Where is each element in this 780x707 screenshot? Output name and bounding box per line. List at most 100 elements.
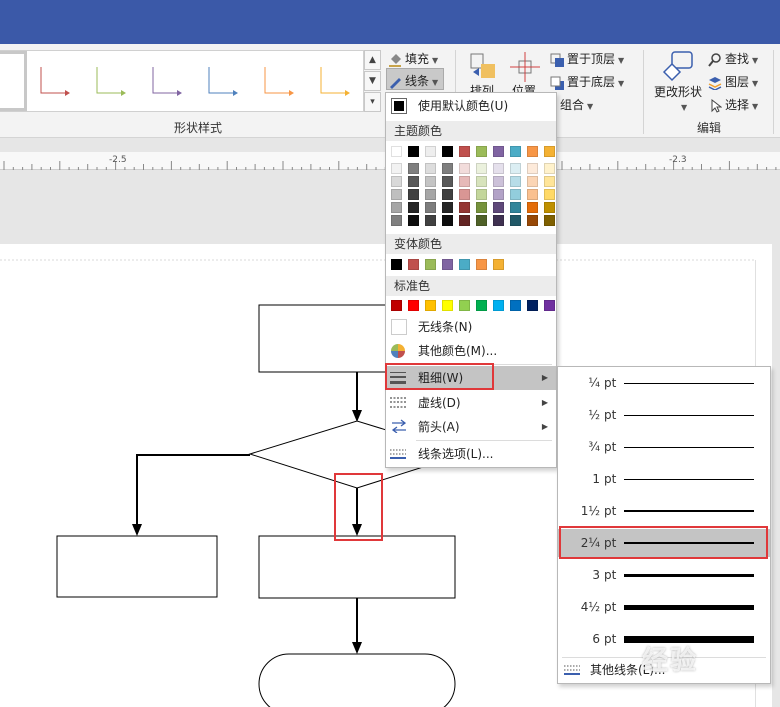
line-button-content[interactable]: 线条 ▼ xyxy=(388,72,438,89)
theme-color-swatch[interactable] xyxy=(425,146,436,157)
standard-color-swatch[interactable] xyxy=(459,300,470,311)
theme-color-shade-swatch[interactable] xyxy=(408,202,419,213)
theme-color-shade-swatch[interactable] xyxy=(493,189,504,200)
weight-option[interactable]: 4½ pt xyxy=(558,593,770,621)
theme-color-shade-swatch[interactable] xyxy=(493,163,504,174)
theme-color-shade-swatch[interactable] xyxy=(544,202,555,213)
send-to-back-button[interactable]: 置于底层 ▼ xyxy=(550,73,624,90)
theme-color-shade-swatch[interactable] xyxy=(476,163,487,174)
weight-option[interactable]: ¾ pt xyxy=(558,433,770,461)
theme-color-swatch[interactable] xyxy=(442,146,453,157)
theme-color-swatch[interactable] xyxy=(510,146,521,157)
theme-color-shade-swatch[interactable] xyxy=(476,215,487,226)
theme-color-shade-swatch[interactable] xyxy=(442,163,453,174)
standard-color-swatch[interactable] xyxy=(544,300,555,311)
bring-to-front-button[interactable]: 置于顶层 ▼ xyxy=(550,50,624,67)
standard-color-swatch[interactable] xyxy=(527,300,538,311)
theme-color-shade-swatch[interactable] xyxy=(425,189,436,200)
theme-color-shade-swatch[interactable] xyxy=(493,202,504,213)
gallery-item-selected[interactable] xyxy=(0,51,27,111)
fill-button[interactable]: 填充 ▼ xyxy=(388,50,438,67)
style-thumbnail[interactable] xyxy=(37,65,73,99)
process-box-left[interactable] xyxy=(56,535,218,598)
theme-color-shade-swatch[interactable] xyxy=(425,163,436,174)
theme-color-shade-swatch[interactable] xyxy=(459,215,470,226)
theme-color-shade-swatch[interactable] xyxy=(510,163,521,174)
process-box-middle[interactable] xyxy=(258,535,456,599)
theme-color-shade-swatch[interactable] xyxy=(527,189,538,200)
theme-color-shade-swatch[interactable] xyxy=(408,163,419,174)
theme-color-shade-swatch[interactable] xyxy=(391,202,402,213)
variant-color-swatch[interactable] xyxy=(459,259,470,270)
theme-color-shade-swatch[interactable] xyxy=(391,163,402,174)
shape-style-gallery[interactable] xyxy=(0,50,364,112)
terminator-shape[interactable] xyxy=(258,653,456,707)
style-thumbnail[interactable] xyxy=(205,65,241,99)
theme-color-shade-swatch[interactable] xyxy=(442,202,453,213)
theme-color-swatch[interactable] xyxy=(391,146,402,157)
theme-color-shade-swatch[interactable] xyxy=(544,189,555,200)
theme-color-shade-swatch[interactable] xyxy=(527,176,538,187)
more-colors-item[interactable]: 其他颜色(M)... xyxy=(386,340,556,362)
gallery-scroll-down[interactable]: ▼ xyxy=(364,71,381,91)
theme-color-shade-swatch[interactable] xyxy=(459,163,470,174)
theme-color-shade-swatch[interactable] xyxy=(544,215,555,226)
style-thumbnail[interactable] xyxy=(93,65,129,99)
find-button[interactable]: 查找 ▼ xyxy=(708,50,758,67)
weight-option[interactable]: ¼ pt xyxy=(558,369,770,397)
theme-color-shade-swatch[interactable] xyxy=(391,176,402,187)
layers-button[interactable]: 图层 ▼ xyxy=(708,73,758,90)
change-shape-button[interactable]: 更改形状 xyxy=(654,83,702,100)
variant-color-swatch[interactable] xyxy=(442,259,453,270)
theme-color-shade-swatch[interactable] xyxy=(493,215,504,226)
standard-color-swatch[interactable] xyxy=(476,300,487,311)
style-thumbnail[interactable] xyxy=(149,65,185,99)
style-thumbnail[interactable] xyxy=(317,65,353,99)
weight-option[interactable]: 3 pt xyxy=(558,561,770,589)
theme-color-shade-swatch[interactable] xyxy=(459,189,470,200)
theme-color-swatch[interactable] xyxy=(476,146,487,157)
standard-color-swatch[interactable] xyxy=(391,300,402,311)
default-color-item[interactable]: 使用默认颜色(U) xyxy=(386,95,556,117)
weight-option[interactable]: 1 pt xyxy=(558,465,770,493)
standard-color-swatch[interactable] xyxy=(408,300,419,311)
variant-color-swatch[interactable] xyxy=(476,259,487,270)
theme-color-shade-swatch[interactable] xyxy=(459,176,470,187)
theme-color-shade-swatch[interactable] xyxy=(544,176,555,187)
weight-option[interactable]: ½ pt xyxy=(558,401,770,429)
theme-color-shade-swatch[interactable] xyxy=(510,189,521,200)
standard-color-swatch[interactable] xyxy=(442,300,453,311)
theme-color-shade-swatch[interactable] xyxy=(459,202,470,213)
dash-item[interactable]: 虚线(D) ▶ xyxy=(386,392,556,414)
select-button[interactable]: 选择 ▼ xyxy=(710,96,758,113)
theme-color-shade-swatch[interactable] xyxy=(442,189,453,200)
no-line-item[interactable]: 无线条(N) xyxy=(386,316,556,338)
variant-color-swatch[interactable] xyxy=(408,259,419,270)
theme-color-shade-swatch[interactable] xyxy=(476,176,487,187)
weight-option[interactable]: 1½ pt xyxy=(558,497,770,525)
theme-color-shade-swatch[interactable] xyxy=(425,202,436,213)
theme-color-shade-swatch[interactable] xyxy=(408,176,419,187)
theme-color-shade-swatch[interactable] xyxy=(391,215,402,226)
gallery-expand[interactable]: ▾ xyxy=(364,92,381,112)
style-thumbnail[interactable] xyxy=(261,65,297,99)
standard-color-swatch[interactable] xyxy=(510,300,521,311)
theme-color-shade-swatch[interactable] xyxy=(442,215,453,226)
standard-color-swatch[interactable] xyxy=(425,300,436,311)
theme-color-shade-swatch[interactable] xyxy=(510,176,521,187)
theme-color-shade-swatch[interactable] xyxy=(527,202,538,213)
arrow-item[interactable]: 箭头(A) ▶ xyxy=(386,416,556,438)
theme-color-shade-swatch[interactable] xyxy=(391,189,402,200)
theme-color-shade-swatch[interactable] xyxy=(527,163,538,174)
theme-color-shade-swatch[interactable] xyxy=(493,176,504,187)
theme-color-swatch[interactable] xyxy=(493,146,504,157)
line-options-item[interactable]: 线条选项(L)... xyxy=(386,443,556,465)
theme-color-shade-swatch[interactable] xyxy=(510,202,521,213)
theme-color-shade-swatch[interactable] xyxy=(442,176,453,187)
variant-color-swatch[interactable] xyxy=(493,259,504,270)
theme-color-shade-swatch[interactable] xyxy=(408,189,419,200)
variant-color-swatch[interactable] xyxy=(425,259,436,270)
change-shape-dropdown[interactable]: ▼ xyxy=(678,99,687,113)
theme-color-shade-swatch[interactable] xyxy=(425,176,436,187)
theme-color-shade-swatch[interactable] xyxy=(408,215,419,226)
